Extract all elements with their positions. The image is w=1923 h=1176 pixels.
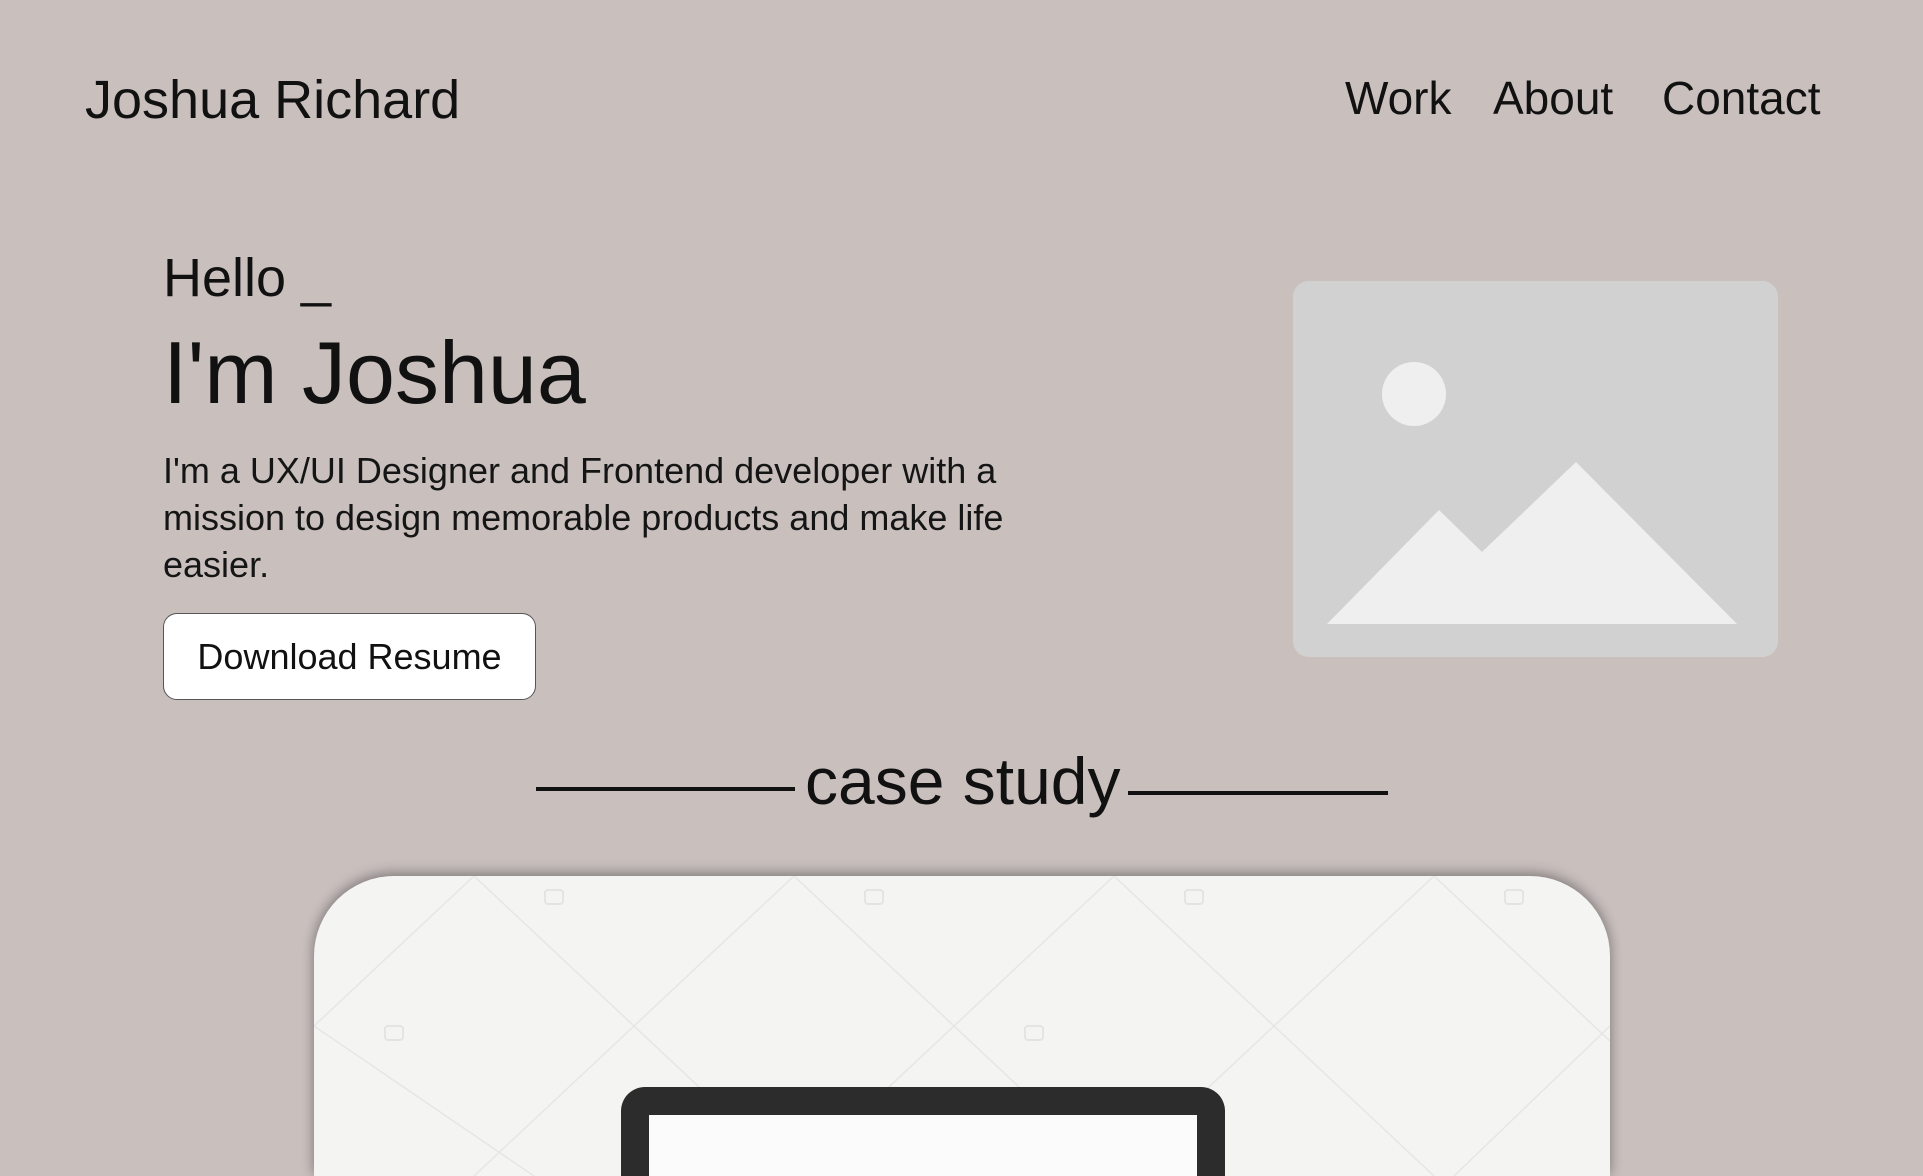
main-nav: Work About Contact <box>0 68 1923 128</box>
case-study-card[interactable] <box>314 876 1610 1176</box>
heading-divider-right <box>1128 791 1388 795</box>
sun-icon <box>1382 362 1446 426</box>
hero-title: I'm Joshua <box>163 323 586 422</box>
laptop-screen <box>649 1115 1197 1176</box>
hero-description: I'm a UX/UI Designer and Frontend develo… <box>163 450 1004 585</box>
hero-greeting: Hello _ <box>163 248 332 308</box>
laptop-icon <box>621 1087 1225 1176</box>
nav-link-work[interactable]: Work <box>1345 68 1452 128</box>
nav-link-contact[interactable]: Contact <box>1662 68 1821 128</box>
download-resume-button[interactable]: Download Resume <box>163 613 536 700</box>
image-placeholder-graphic <box>1293 281 1778 657</box>
heading-divider-left <box>536 787 795 791</box>
case-study-title: case study <box>805 744 1121 818</box>
case-study-heading: case study <box>536 744 1388 818</box>
portfolio-page: Joshua Richard Work About Contact Hello … <box>0 0 1923 1176</box>
image-placeholder-icon <box>1293 281 1778 657</box>
nav-link-about[interactable]: About <box>1493 68 1613 128</box>
